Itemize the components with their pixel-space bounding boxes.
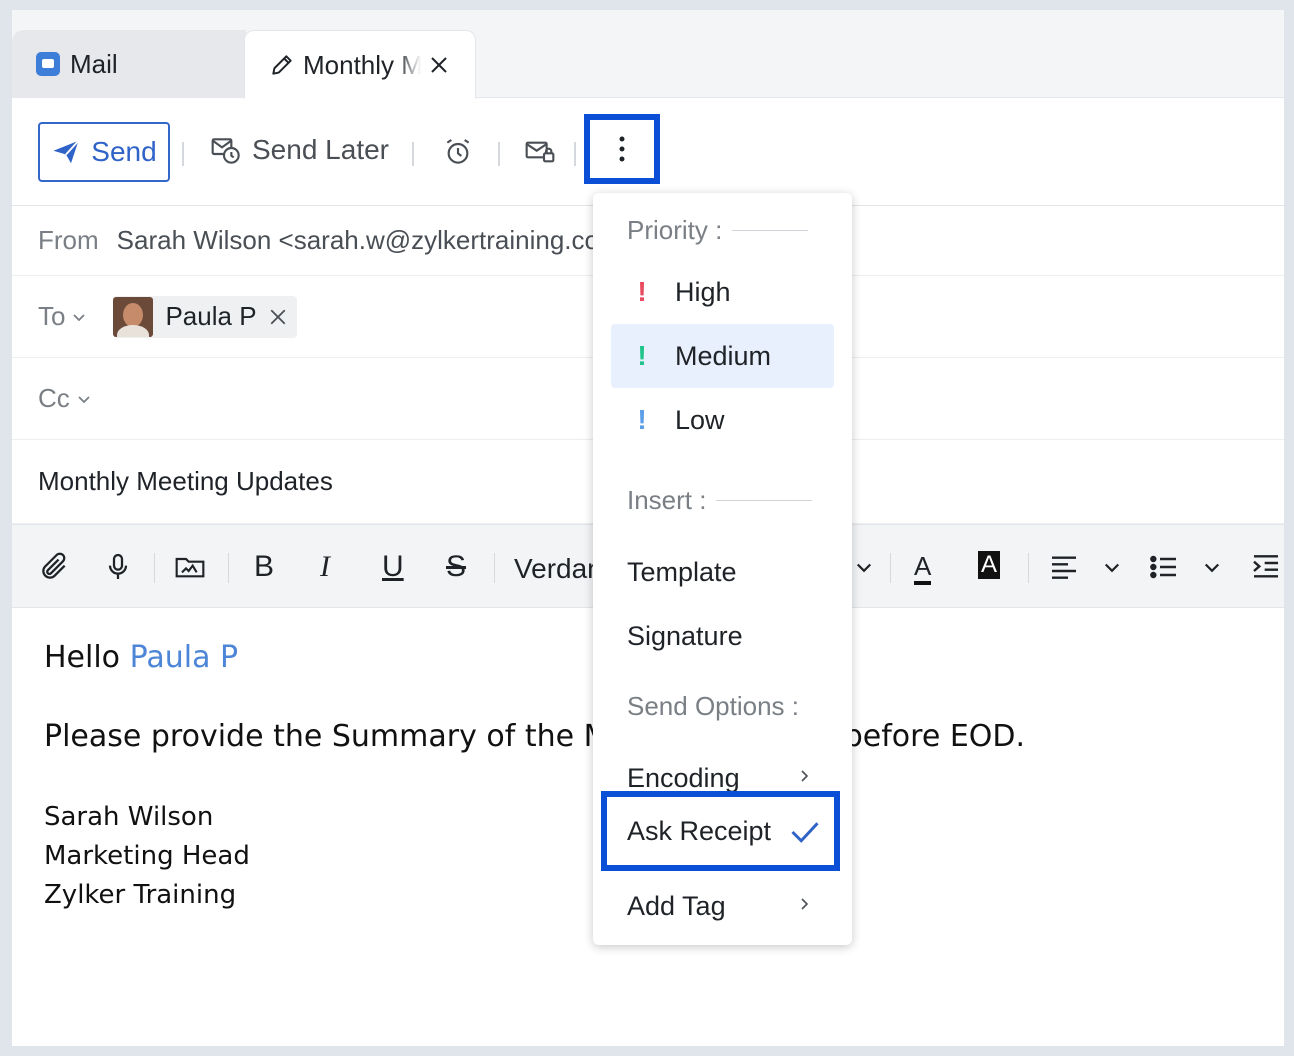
recipient-chip[interactable]: Paula P [113,295,297,338]
send-later-button[interactable]: Send Later [210,134,389,166]
insert-heading: Insert : [627,485,707,515]
tab-mail[interactable]: Mail [12,30,246,98]
chevron-down-icon[interactable] [71,309,87,325]
priority-heading: Priority : [627,215,723,245]
mail-app-icon [36,52,60,76]
tab-compose[interactable]: Monthly Meeting Updates [244,30,476,99]
section-divider [716,500,813,501]
ask-receipt-item[interactable]: Ask Receipt [601,791,840,871]
insert-files-icon[interactable] [174,551,206,583]
priority-section-header: Priority : [627,215,809,246]
background-color-button[interactable]: A [978,551,1001,579]
encoding-label: Encoding [627,762,740,793]
send-label: Send [91,136,157,167]
add-tag-label: Add Tag [627,890,726,921]
greeting-text: Hello [44,640,121,675]
chevron-down-icon[interactable] [854,551,874,583]
strikethrough-button[interactable]: S [446,551,466,583]
signature-line: Marketing Head [44,841,250,871]
clock-send-icon [211,138,240,164]
italic-button[interactable]: I [320,551,330,583]
format-divider [494,553,495,583]
compose-toolbar: Send Send Later [12,98,1284,206]
bold-button[interactable]: B [254,551,274,583]
format-divider [1028,553,1029,583]
greeting-mention[interactable]: Paula P [130,640,239,675]
priority-medium[interactable]: ! Medium [611,324,834,388]
signature-line: Sarah Wilson [44,802,214,832]
send-later-label: Send Later [252,134,389,165]
indent-icon[interactable] [1250,551,1282,583]
check-icon [791,822,819,843]
chevron-right-icon [801,898,809,910]
priority-high-label: High [675,276,731,307]
priority-low-label: Low [675,404,725,435]
priority-medium-label: Medium [675,340,772,371]
subject-input[interactable]: Monthly Meeting Updates [38,466,333,497]
insert-signature-label: Signature [627,620,743,651]
lock-mail-icon[interactable] [524,136,556,168]
recipient-name: Paula P [165,301,257,331]
tab-mail-label: Mail [70,48,118,79]
ask-receipt-label: Ask Receipt [627,815,772,846]
close-icon[interactable] [427,53,451,77]
format-divider [154,553,155,583]
section-divider [732,230,809,231]
priority-medium-icon: ! [637,340,647,371]
more-options-button[interactable] [584,114,660,184]
attachment-icon[interactable] [38,551,70,583]
insert-template-label: Template [627,556,737,587]
greeting-line: Hello Paula P [44,640,1025,675]
insert-signature[interactable]: Signature [611,604,834,668]
chevron-down-icon[interactable] [1202,551,1222,583]
toolbar-divider [182,142,184,166]
chevron-right-icon [801,770,809,782]
priority-high-icon: ! [637,276,647,307]
send-options-section-header: Send Options : [627,691,799,722]
priority-low[interactable]: ! Low [611,388,834,452]
alarm-icon[interactable] [442,136,474,168]
from-label: From [38,225,99,255]
more-vertical-icon [619,136,625,162]
toolbar-divider [412,142,414,166]
body-paragraph: Please provide the Summary of the Monthl… [44,719,1026,754]
pencil-icon [272,55,292,75]
toolbar-divider [498,142,500,166]
close-icon[interactable] [269,308,287,326]
cc-label[interactable]: Cc [38,383,70,414]
send-icon [53,140,80,164]
more-options-menu: Priority : ! High ! Medium ! Low Insert … [593,193,852,945]
toolbar-divider [574,142,576,166]
message-body[interactable]: Hello Paula P Please provide the Summary… [44,640,1025,915]
chevron-down-icon[interactable] [1102,551,1122,583]
to-label[interactable]: To [38,301,65,332]
from-address[interactable]: Sarah Wilson <sarah.w@zylkertraining.com… [117,225,636,256]
send-options-heading: Send Options : [627,691,799,721]
insert-template[interactable]: Template [611,540,834,604]
compose-window: Mail Monthly Meeting Updates Send Send L… [12,10,1284,1046]
tab-bar: Mail Monthly Meeting Updates [12,10,1284,99]
priority-low-icon: ! [637,404,647,435]
align-left-icon[interactable] [1048,551,1080,583]
underline-button[interactable]: U [382,551,404,583]
signature-block: Sarah Wilson Marketing Head Zylker Train… [44,798,1025,915]
format-divider [228,553,229,583]
tab-compose-label: Monthly Meeting Updates [303,49,421,80]
avatar [113,296,154,337]
chevron-down-icon[interactable] [76,391,92,407]
insert-section-header: Insert : [627,485,813,516]
bullet-list-icon[interactable] [1148,551,1180,583]
microphone-icon[interactable] [102,551,134,583]
priority-high[interactable]: ! High [611,260,834,324]
format-divider [890,553,891,583]
send-button[interactable]: Send [38,122,170,182]
add-tag-item[interactable]: Add Tag [611,874,834,938]
signature-line: Zylker Training [44,880,237,910]
font-color-button[interactable]: A [914,551,932,585]
